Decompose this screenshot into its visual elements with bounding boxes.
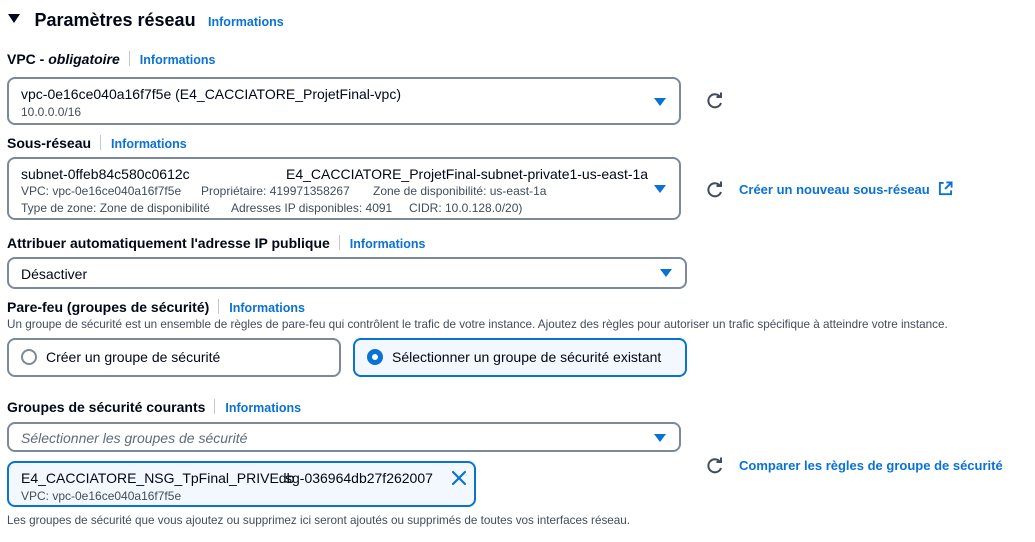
chevron-down-icon [654, 98, 666, 106]
firewall-info-link[interactable]: Informations [229, 301, 305, 315]
divider [128, 51, 130, 66]
security-group-select[interactable]: Sélectionner les groupes de sécurité [7, 422, 681, 452]
chevron-down-icon [660, 269, 672, 277]
current-sg-label: Groupes de sécurité courants [7, 399, 206, 415]
firewall-description: Un groupe de sécurité est un ensemble de… [7, 318, 948, 331]
divider [218, 299, 220, 314]
radio-select-existing-security-group[interactable]: Sélectionner un groupe de sécurité exist… [353, 338, 687, 377]
public-ip-label-row: Attribuer automatiquement l'adresse IP p… [7, 235, 426, 251]
close-icon[interactable] [452, 471, 466, 485]
divider [338, 235, 340, 250]
firewall-label-row: Pare-feu (groupes de sécurité) Informatio… [7, 299, 305, 315]
radio-create-label: Créer un groupe de sécurité [46, 349, 221, 365]
subnet-info-link[interactable]: Informations [111, 137, 187, 151]
public-ip-value: Désactiver [21, 266, 88, 282]
subnet-vpc: VPC: vpc-0e16ce040a16f7f5e [21, 184, 182, 198]
subnet-owner: Propriétaire: 419971358267 [201, 184, 350, 198]
subnet-select[interactable]: subnet-0ffeb84c580c0612c E4_CACCIATORE_P… [7, 157, 681, 220]
subnet-cidr: CIDR: 10.0.128.0/20) [409, 201, 523, 215]
current-sg-info-link[interactable]: Informations [225, 401, 301, 415]
public-ip-info-link[interactable]: Informations [350, 237, 426, 251]
subnet-available-ips: Adresses IP disponibles: 4091 [231, 201, 393, 215]
caret-down-icon[interactable] [8, 14, 20, 23]
section-title: Paramètres réseau [34, 10, 196, 30]
refresh-icon[interactable] [705, 456, 725, 476]
subnet-id: subnet-0ffeb84c580c0612c [21, 166, 190, 182]
subnet-label: Sous-réseau [7, 135, 92, 151]
public-ip-label: Attribuer automatiquement l'adresse IP p… [7, 235, 330, 251]
divider [214, 399, 216, 414]
security-group-token-vpc: VPC: vpc-0e16ce040a16f7f5e [21, 489, 182, 503]
subnet-label-row: Sous-réseau Informations [7, 135, 187, 151]
vpc-info-link[interactable]: Informations [140, 53, 216, 67]
radio-button-selected-icon[interactable] [367, 349, 383, 365]
current-sg-label-row: Groupes de sécurité courants Informations [7, 399, 301, 415]
vpc-required: obligatoire [48, 51, 120, 67]
divider [100, 135, 102, 150]
vpc-select-value: vpc-0e16ce040a16f7f5e (E4_CACCIATORE_Pro… [21, 86, 402, 102]
security-group-placeholder: Sélectionner les groupes de sécurité [21, 430, 248, 446]
compare-rules-link[interactable]: Comparer les règles de groupe de sécurit… [739, 458, 1003, 473]
subnet-name: E4_CACCIATORE_ProjetFinal-subnet-private… [286, 166, 649, 182]
public-ip-select[interactable]: Désactiver [7, 257, 687, 289]
vpc-label-row: VPC - obligatoire Informations [7, 51, 216, 67]
security-group-token: E4_CACCIATORE_NSG_TpFinal_PRIVEdb sg-036… [7, 461, 476, 507]
subnet-zone-type: Type de zone: Zone de disponibilité [21, 201, 210, 215]
firewall-label: Pare-feu (groupes de sécurité) [7, 299, 210, 315]
create-subnet-label: Créer un nouveau sous-réseau [739, 182, 930, 197]
section-info-link[interactable]: Informations [208, 15, 284, 29]
vpc-select[interactable]: vpc-0e16ce040a16f7f5e (E4_CACCIATORE_Pro… [7, 77, 681, 125]
create-subnet-link[interactable]: Créer un nouveau sous-réseau [739, 181, 953, 199]
chevron-down-icon [654, 185, 666, 193]
vpc-label: VPC - [7, 51, 49, 67]
radio-create-security-group[interactable]: Créer un groupe de sécurité [7, 338, 341, 377]
subnet-az: Zone de disponibilité: us-east-1a [373, 184, 547, 198]
radio-select-label: Sélectionner un groupe de sécurité exist… [392, 349, 662, 365]
refresh-icon[interactable] [705, 180, 725, 200]
radio-button-icon[interactable] [21, 349, 37, 365]
chevron-down-icon [654, 434, 666, 442]
security-group-token-name: E4_CACCIATORE_NSG_TpFinal_PRIVEdb [21, 470, 295, 486]
security-group-token-id: sg-036964db27f262007 [285, 470, 433, 486]
external-link-icon [939, 181, 953, 196]
vpc-cidr: 10.0.0.0/16 [21, 105, 82, 119]
refresh-icon[interactable] [705, 91, 725, 111]
section-header[interactable]: Paramètres réseau Informations [8, 10, 284, 31]
security-group-footer-note: Les groupes de sécurité que vous ajoutez… [7, 514, 631, 527]
